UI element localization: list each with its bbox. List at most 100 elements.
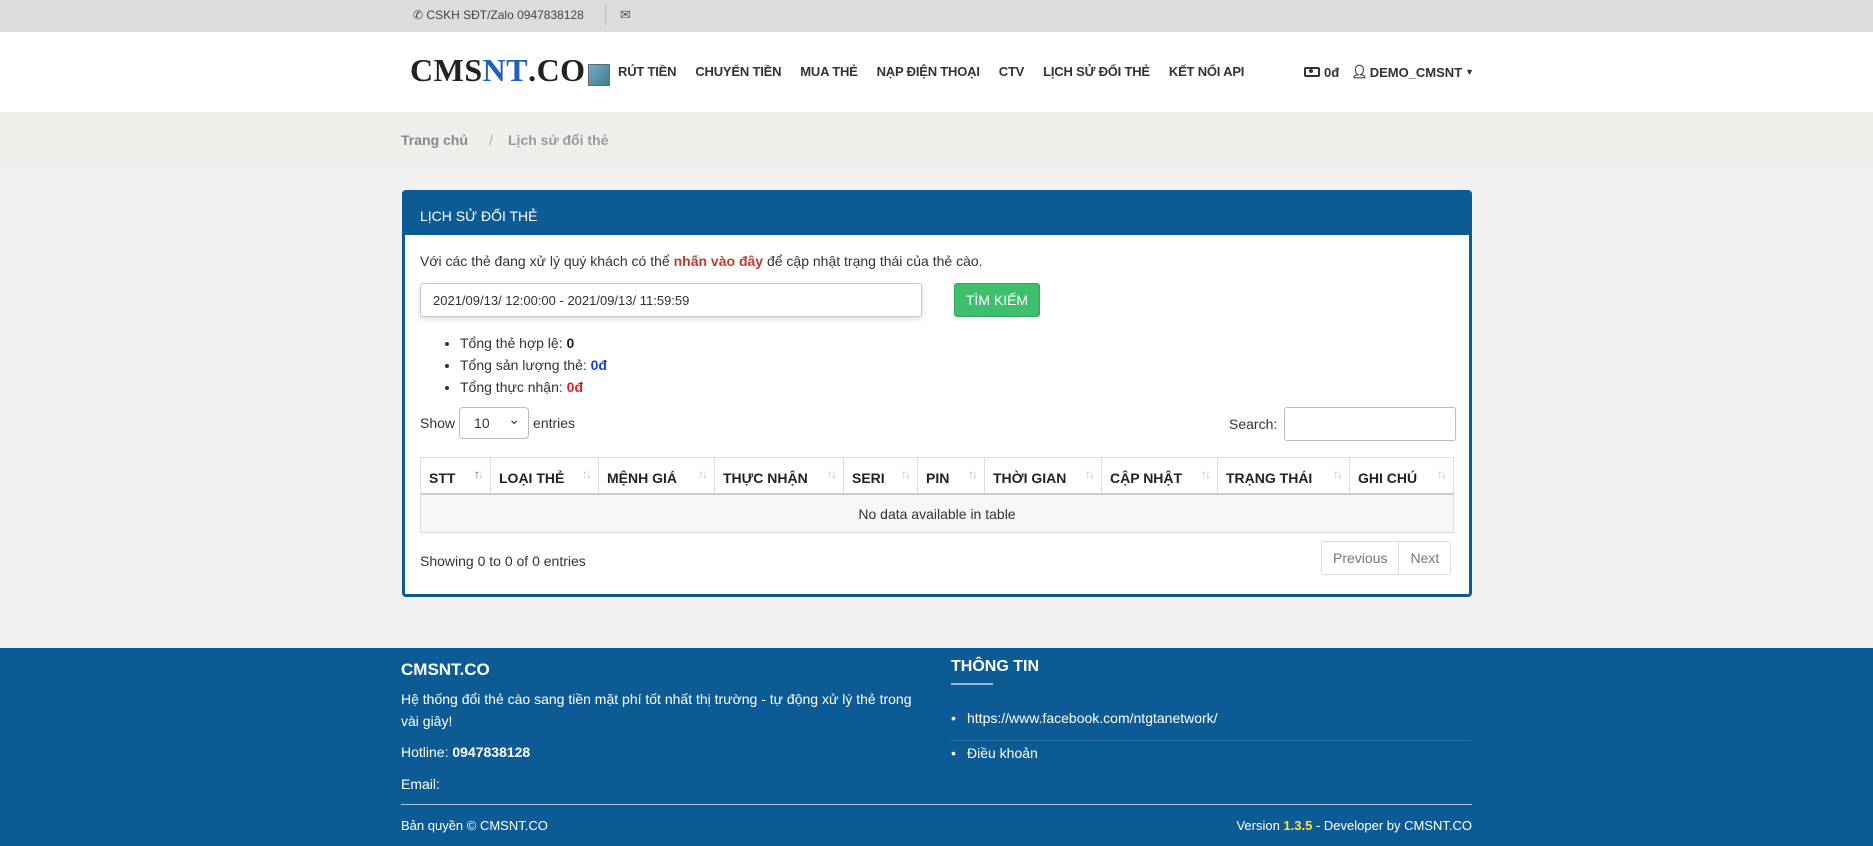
nav-lich-su-doi-the[interactable]: LỊCH SỬ ĐỔI THẺ — [1043, 64, 1150, 79]
col-trang-thai-label: TRẠNG THÁI — [1226, 470, 1313, 486]
breadcrumb-current: Lịch sử đổi thẻ — [508, 132, 609, 148]
nav-ctv[interactable]: CTV — [999, 64, 1025, 79]
breadcrumb-home[interactable]: Trang chủ — [401, 132, 468, 148]
table-search: Search: — [1229, 407, 1457, 441]
entries-select[interactable]: 10 — [459, 407, 530, 439]
col-cap-nhat[interactable]: CẬP NHẬT ↑↓ — [1102, 458, 1218, 493]
table-info: Showing 0 to 0 of 0 entries — [420, 553, 586, 569]
footer-version: Version 1.3.5 - Developer by CMSNT.CO — [1236, 818, 1472, 833]
stats-list: Tổng thẻ hợp lệ: 0 Tổng sản lượng thẻ: 0… — [460, 332, 607, 398]
col-stt-label: STT — [429, 470, 456, 486]
nav-nap-dien-thoai[interactable]: NẠP ĐIỆN THOẠI — [877, 64, 980, 79]
col-menh-gia[interactable]: MỆNH GIÁ ↑↓ — [599, 458, 715, 493]
footer-link-terms[interactable]: Điều khoản — [951, 741, 1471, 776]
nav-rut-tien[interactable]: RÚT TIỀN — [618, 64, 677, 79]
notice-after: để cập nhật trạng thái của thẻ cào. — [763, 253, 983, 269]
envelope-icon[interactable]: ✉ — [620, 7, 631, 23]
col-pin[interactable]: PIN ↑↓ — [918, 458, 985, 493]
stat-total-volume-label: Tổng sản lượng thẻ: — [460, 357, 591, 373]
footer-links: https://www.facebook.com/ntgtanetwork/ Đ… — [951, 706, 1471, 776]
user-icon: 👤︎ — [1351, 64, 1368, 79]
topbar-divider — [605, 5, 606, 25]
sort-icon: ↑↓ — [968, 467, 978, 481]
footer: CMSNT.CO Hệ thống đổi thẻ cào sang tiền … — [0, 648, 1873, 846]
notice-text: Với các thẻ đang xử lý quý khách có thể … — [420, 253, 983, 269]
col-seri-label: SERI — [852, 470, 885, 486]
history-card: LỊCH SỬ ĐỔI THẺ Với các thẻ đang xử lý q… — [402, 190, 1472, 597]
search-button[interactable]: TÌM KIẾM — [954, 283, 1040, 317]
footer-description: Hệ thống đổi thẻ cào sang tiền mặt phí t… — [401, 691, 912, 729]
sort-icon: ↑↓ — [1333, 467, 1343, 481]
stat-total-volume-value: 0đ — [590, 357, 607, 373]
col-stt[interactable]: STT ↑↓ — [421, 458, 491, 493]
stat-total-volume: Tổng sản lượng thẻ: 0đ — [460, 354, 607, 376]
col-loai-the[interactable]: LOẠI THẺ ↑↓ — [491, 458, 599, 493]
main-nav: RÚT TIỀN CHUYỂN TIỀN MUA THẺ NẠP ĐIỆN TH… — [618, 64, 1263, 79]
next-button[interactable]: Next — [1399, 542, 1450, 574]
hotline-label: Hotline: — [401, 744, 453, 760]
version-number: 1.3.5 — [1283, 818, 1313, 833]
developer-credit: - Developer by CMSNT.CO — [1312, 818, 1472, 833]
balance[interactable]: 0đ — [1324, 65, 1339, 80]
nav-account: 0đ 👤︎ DEMO_CMSNT ▼ — [1304, 64, 1474, 80]
col-thuc-nhan-label: THỰC NHẬN — [723, 470, 808, 486]
sort-icon: ↑↓ — [582, 467, 592, 481]
stat-valid-cards-value: 0 — [566, 335, 575, 351]
stat-valid-cards: Tổng thẻ hợp lệ: 0 — [460, 332, 607, 354]
table-empty-row: No data available in table — [421, 495, 1453, 532]
footer-link-facebook[interactable]: https://www.facebook.com/ntgtanetwork/ — [951, 706, 1471, 741]
stat-valid-cards-label: Tổng thẻ hợp lệ: — [460, 335, 567, 351]
col-ghi-chu[interactable]: GHI CHÚ ↑↓ — [1350, 458, 1453, 493]
logo-text-part1: CMS — [410, 51, 483, 88]
nav-chuyen-tien[interactable]: CHUYỂN TIỀN — [695, 64, 781, 79]
pagination: Previous Next — [1321, 541, 1452, 575]
stat-total-received: Tổng thực nhận: 0đ — [460, 376, 607, 398]
stat-total-received-value: 0đ — [566, 379, 584, 395]
col-cap-nhat-label: CẬP NHẬT — [1110, 470, 1183, 486]
footer-hotline: Hotline: 0947838128 — [401, 744, 530, 760]
top-bar: ✆ CSKH SĐT/Zalo 0947838128 ✉ — [0, 0, 1873, 32]
logo-text-part2: NT — [482, 51, 529, 88]
update-status-link[interactable]: nhấn vào đây — [674, 253, 763, 269]
col-seri[interactable]: SERI ↑↓ — [844, 458, 918, 493]
col-pin-label: PIN — [926, 470, 950, 486]
sort-icon: ↑↓ — [474, 467, 484, 481]
site-logo[interactable]: CMS NT .CO — [410, 50, 610, 90]
col-menh-gia-label: MỆNH GIÁ — [607, 470, 677, 486]
col-thoi-gian-label: THỜI GIAN — [993, 470, 1067, 486]
footer-brand: CMSNT.CO — [401, 660, 490, 679]
col-ghi-chu-label: GHI CHÚ — [1358, 470, 1418, 486]
date-range-input[interactable]: 2021/09/13/ 12:00:00 - 2021/09/13/ 11:59… — [420, 283, 922, 317]
version-label: Version — [1236, 818, 1284, 833]
nav-mua-the[interactable]: MUA THẺ — [800, 64, 858, 79]
logo-text-part3: .CO — [528, 51, 586, 88]
previous-button[interactable]: Previous — [1322, 542, 1400, 574]
show-label: Show — [420, 415, 456, 431]
breadcrumb: Trang chủ / Lịch sử đổi thẻ — [0, 112, 1873, 170]
sort-icon: ↑↓ — [1437, 467, 1447, 481]
table-header: STT ↑↓ LOẠI THẺ ↑↓ MỆNH GIÁ ↑↓ THỰC NHẬN ↑↓ … — [421, 458, 1453, 495]
search-label: Search: — [1229, 416, 1278, 432]
nav-ket-noi-api[interactable]: KẾT NỐI API — [1169, 64, 1245, 79]
caret-down-icon[interactable]: ▼ — [1465, 67, 1474, 77]
stat-total-received-label: Tổng thực nhận: — [460, 379, 567, 395]
search-input[interactable] — [1284, 407, 1457, 441]
sort-icon: ↑↓ — [901, 467, 911, 481]
hotline-value: 0947838128 — [452, 744, 531, 760]
user-menu[interactable]: DEMO_CMSNT — [1370, 65, 1462, 80]
col-loai-the-label: LOẠI THẺ — [499, 470, 565, 486]
col-thuc-nhan[interactable]: THỰC NHẬN ↑↓ — [715, 458, 844, 493]
col-thoi-gian[interactable]: THỜI GIAN ↑↓ — [985, 458, 1102, 493]
sort-icon: ↑↓ — [1201, 467, 1211, 481]
notice-before: Với các thẻ đang xử lý quý khách có thể — [420, 253, 674, 269]
col-trang-thai[interactable]: TRẠNG THÁI ↑↓ — [1218, 458, 1350, 493]
footer-email: Email: — [401, 776, 440, 792]
footer-title-underline — [951, 683, 993, 685]
entries-length: Show 10 entries — [420, 407, 575, 439]
sort-icon: ↑↓ — [698, 467, 708, 481]
entries-label: entries — [533, 415, 576, 431]
footer-info-title: THÔNG TIN — [951, 658, 1039, 675]
logo-image — [587, 64, 610, 86]
sort-icon: ↑↓ — [827, 467, 837, 481]
footer-divider — [401, 804, 1472, 805]
